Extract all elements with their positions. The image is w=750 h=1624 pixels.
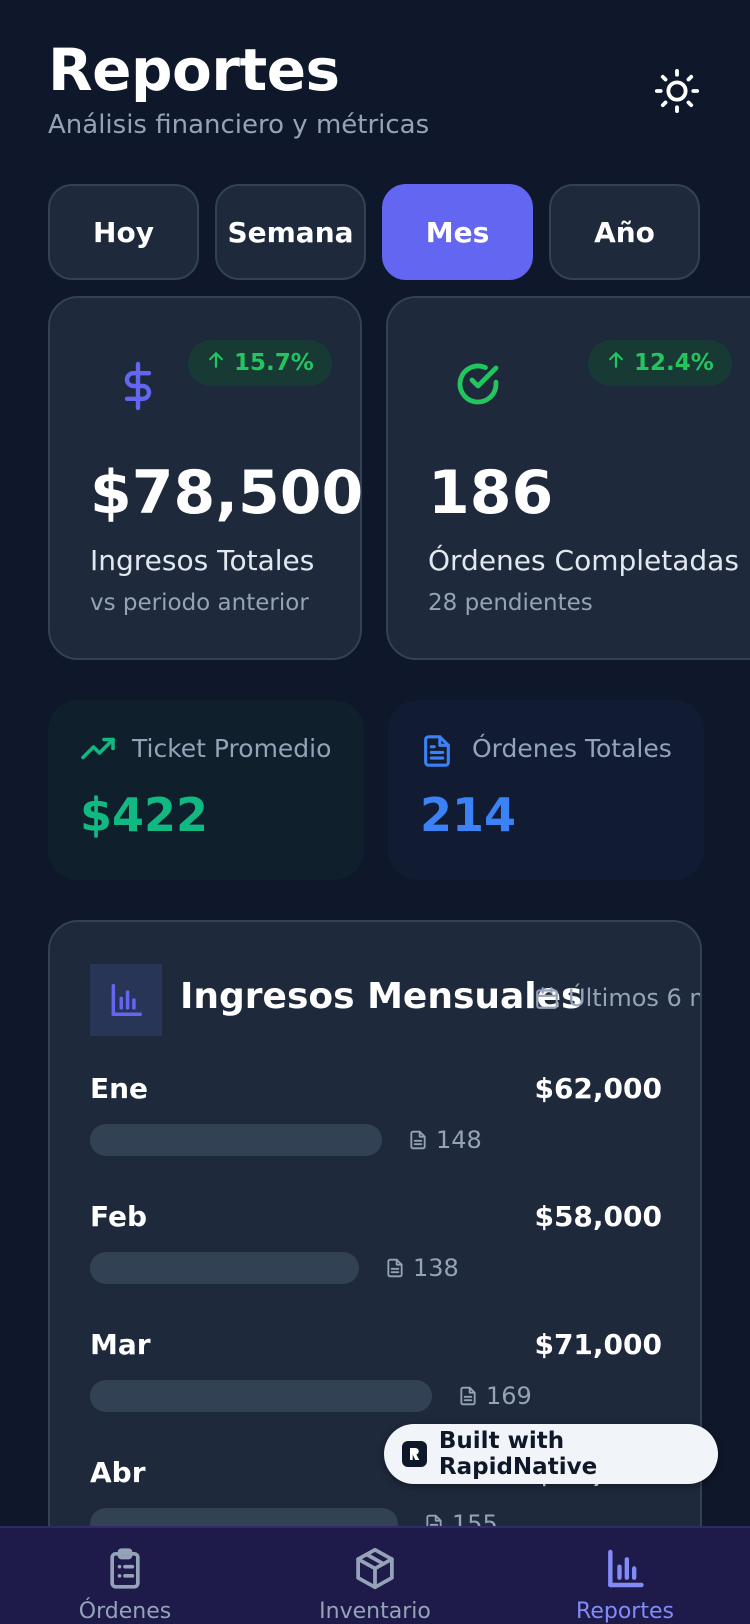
- stat-label: Ticket Promedio: [132, 734, 332, 763]
- month-amount: $71,000: [534, 1328, 662, 1361]
- page-title: Reportes: [48, 36, 340, 104]
- growth-badge: 12.4%: [588, 340, 732, 386]
- arrow-up-icon: [606, 350, 626, 376]
- growth-badge-value: 12.4%: [634, 350, 714, 376]
- built-with-badge[interactable]: Built with RapidNative: [384, 1424, 718, 1484]
- month-label: Mar: [90, 1328, 151, 1361]
- tab-semana[interactable]: Semana: [215, 184, 366, 280]
- stat-label: Órdenes Totales: [472, 734, 672, 763]
- nav-item-reportes[interactable]: Reportes: [500, 1528, 750, 1624]
- dollar-icon: [116, 360, 160, 416]
- file-icon: [387, 1258, 403, 1278]
- bar-chart-icon: [608, 1549, 644, 1588]
- range-selector[interactable]: Últimos 6 meses: [534, 984, 700, 1012]
- calendar-icon: [536, 987, 558, 1009]
- order-count: 138: [385, 1252, 459, 1284]
- revenue-bar: [90, 1124, 382, 1156]
- trending-up-icon: [80, 732, 116, 772]
- nav-label: Órdenes: [78, 1599, 172, 1624]
- kpi-sub: 28 pendientes: [428, 590, 593, 616]
- month-amount: $62,000: [534, 1072, 662, 1105]
- month-amount: $58,000: [534, 1200, 662, 1233]
- revenue-bar: [90, 1380, 432, 1412]
- bar-chart-icon: [90, 964, 162, 1036]
- kpi-sub: vs periodo anterior: [90, 590, 309, 616]
- stat-value: 214: [420, 788, 517, 842]
- order-count-value: 169: [486, 1382, 532, 1410]
- order-count-value: 138: [413, 1254, 459, 1282]
- header: Reportes Análisis financiero y métricas: [48, 34, 708, 140]
- month-label: Ene: [90, 1072, 149, 1105]
- page-subtitle: Análisis financiero y métricas: [48, 110, 430, 140]
- kpi-value: 186: [428, 458, 554, 528]
- nav-item-inventario[interactable]: Inventario: [250, 1528, 500, 1624]
- month-label: Feb: [90, 1200, 148, 1233]
- file-icon: [460, 1386, 476, 1406]
- nav-label: Reportes: [576, 1599, 674, 1624]
- nav-label: Inventario: [319, 1599, 431, 1624]
- tab-ano[interactable]: Año: [549, 184, 700, 280]
- month-label: Abr: [90, 1456, 146, 1489]
- nav-item-ordenes[interactable]: Órdenes: [0, 1528, 250, 1624]
- kpi-label: Ingresos Totales: [90, 544, 315, 577]
- month-row: Ene $62,000 148: [90, 1072, 662, 1182]
- tab-mes[interactable]: Mes: [382, 184, 533, 280]
- range-label: Últimos 6 meses: [568, 984, 700, 1012]
- clipboard-icon: [110, 1548, 140, 1589]
- kpi-card-revenue: 15.7% $78,500 Ingresos Totales vs period…: [48, 296, 364, 660]
- revenue-bar: [90, 1252, 359, 1284]
- tab-hoy[interactable]: Hoy: [48, 184, 199, 280]
- theme-toggle-button[interactable]: [652, 66, 702, 116]
- bottom-nav: Órdenes Inventario Reportes: [0, 1526, 750, 1624]
- arrow-up-icon: [206, 350, 226, 376]
- box-icon: [356, 1547, 394, 1590]
- stat-value: $422: [80, 788, 209, 842]
- kpi-label: Órdenes Completadas: [428, 544, 739, 577]
- check-circle-icon: [454, 360, 502, 412]
- kpi-card-orders: 12.4% 186 Órdenes Completadas 28 pendien…: [386, 296, 750, 660]
- kpi-value: $78,500: [90, 458, 364, 528]
- growth-badge: 15.7%: [188, 340, 332, 386]
- monthly-revenue-card: Ingresos Mensuales Últimos 6 meses Ene $6…: [48, 920, 702, 1624]
- rapidnative-logo-icon: [402, 1441, 427, 1467]
- month-row: Feb $58,000 138: [90, 1200, 662, 1310]
- order-count-value: 148: [436, 1126, 482, 1154]
- section-title: Ingresos Mensuales: [180, 976, 583, 1017]
- stat-card-ticket: Ticket Promedio $422: [48, 700, 364, 880]
- period-tabs: Hoy Semana Mes Año: [48, 184, 700, 280]
- stat-card-total-orders: Órdenes Totales 214: [388, 700, 704, 880]
- sun-icon: [654, 68, 700, 114]
- file-icon: [410, 1130, 426, 1150]
- order-count: 148: [408, 1124, 482, 1156]
- growth-badge-value: 15.7%: [234, 350, 314, 376]
- file-icon: [420, 732, 454, 774]
- order-count: 169: [458, 1380, 532, 1412]
- month-row: Mar $71,000 169: [90, 1328, 662, 1438]
- badge-label: Built with RapidNative: [438, 1428, 598, 1480]
